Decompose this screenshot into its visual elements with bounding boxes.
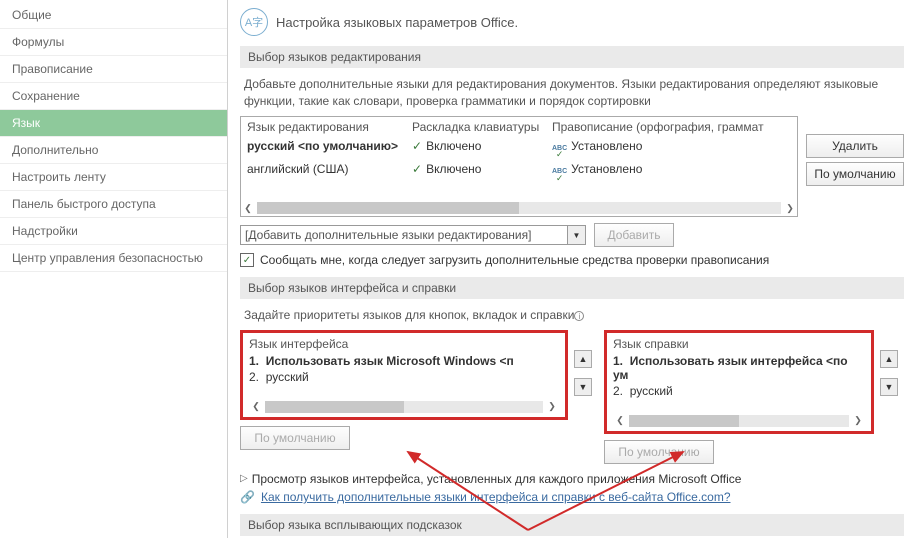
- horizontal-scrollbar[interactable]: ❮ ❯: [241, 200, 797, 216]
- scroll-right-icon[interactable]: ❯: [785, 202, 795, 214]
- triangle-right-icon: ▷: [240, 473, 248, 484]
- horizontal-scrollbar[interactable]: ❮ ❯: [613, 413, 865, 429]
- lang-name: английский (США): [241, 160, 406, 184]
- horizontal-scrollbar[interactable]: ❮ ❯: [249, 399, 559, 415]
- info-icon[interactable]: i: [574, 311, 584, 321]
- notify-checkbox-label: Сообщать мне, когда следует загрузить до…: [260, 253, 769, 267]
- language-globe-icon: A字: [240, 8, 268, 36]
- sidebar-item-proofing[interactable]: Правописание: [0, 56, 227, 83]
- sidebar-item-addins[interactable]: Надстройки: [0, 218, 227, 245]
- lang-name: русский <по умолчанию>: [241, 137, 406, 161]
- view-installed-label: Просмотр языков интерфейса, установленны…: [252, 472, 742, 486]
- ui-default-button[interactable]: По умолчанию: [240, 426, 350, 450]
- sidebar-item-trust-center[interactable]: Центр управления безопасностью: [0, 245, 227, 272]
- sidebar: Общие Формулы Правописание Сохранение Яз…: [0, 0, 228, 538]
- ui-languages-desc: Задайте приоритеты языков для кнопок, вк…: [240, 307, 904, 330]
- sidebar-item-customize-ribbon[interactable]: Настроить ленту: [0, 164, 227, 191]
- spellcheck-icon: ABC✓: [552, 146, 567, 159]
- sidebar-item-general[interactable]: Общие: [0, 2, 227, 29]
- list-item[interactable]: 1. Использовать язык Microsoft Windows <…: [249, 353, 559, 369]
- col-head-layout: Раскладка клавиатуры: [406, 117, 546, 137]
- move-down-button[interactable]: ▼: [880, 378, 898, 396]
- page-title: Настройка языковых параметров Office.: [276, 15, 518, 30]
- ui-language-listbox[interactable]: Язык интерфейса 1. Использовать язык Mic…: [240, 330, 568, 420]
- add-button[interactable]: Добавить: [594, 223, 674, 247]
- col-head-proofing: Правописание (орфография, граммат: [546, 117, 797, 137]
- ui-languages-heading: Выбор языков интерфейса и справки: [240, 277, 904, 299]
- list-item[interactable]: 2. русский: [249, 369, 559, 385]
- help-language-column: Язык справки 1. Использовать язык интерф…: [604, 330, 874, 464]
- ui-language-column: Язык интерфейса 1. Использовать язык Mic…: [240, 330, 568, 464]
- scroll-right-icon[interactable]: ❯: [853, 415, 863, 427]
- main-panel: A字 Настройка языковых параметров Office.…: [228, 0, 916, 538]
- notify-checkbox[interactable]: ✓: [240, 253, 254, 267]
- listbox-title: Язык справки: [613, 337, 865, 351]
- set-default-button[interactable]: По умолчанию: [806, 162, 904, 186]
- scroll-right-icon[interactable]: ❯: [547, 401, 557, 413]
- delete-button[interactable]: Удалить: [806, 134, 904, 158]
- sidebar-item-advanced[interactable]: Дополнительно: [0, 137, 227, 164]
- get-more-languages-link[interactable]: Как получить дополнительные языки интерф…: [261, 490, 731, 504]
- checkmark-icon: ✓: [412, 139, 422, 153]
- view-installed-row[interactable]: ▷ Просмотр языков интерфейса, установлен…: [240, 472, 904, 486]
- move-up-button[interactable]: ▲: [574, 350, 592, 368]
- col-head-language: Язык редактирования: [241, 117, 406, 137]
- list-item[interactable]: 2. русский: [613, 383, 865, 399]
- editing-languages-desc: Добавьте дополнительные языки для редакт…: [240, 76, 904, 116]
- editing-languages-heading: Выбор языков редактирования: [240, 46, 904, 68]
- sidebar-item-formulas[interactable]: Формулы: [0, 29, 227, 56]
- listbox-title: Язык интерфейса: [249, 337, 559, 351]
- combo-text: [Добавить дополнительные языки редактиро…: [241, 226, 567, 244]
- scroll-left-icon[interactable]: ❮: [615, 415, 625, 427]
- move-up-button[interactable]: ▲: [880, 350, 898, 368]
- move-down-button[interactable]: ▼: [574, 378, 592, 396]
- layout-status: ✓Включено: [406, 137, 546, 161]
- table-row[interactable]: русский <по умолчанию> ✓Включено ABC✓Уст…: [241, 137, 797, 161]
- sidebar-item-save[interactable]: Сохранение: [0, 83, 227, 110]
- editing-languages-table[interactable]: Язык редактирования Раскладка клавиатуры…: [240, 116, 798, 218]
- proofing-status: ABC✓Установлено: [546, 137, 797, 161]
- help-default-button[interactable]: По умолчанию: [604, 440, 714, 464]
- link-icon: 🔗: [240, 490, 255, 504]
- table-row[interactable]: английский (США) ✓Включено ABC✓Установле…: [241, 160, 797, 184]
- help-language-listbox[interactable]: Язык справки 1. Использовать язык интерф…: [604, 330, 874, 434]
- tooltip-languages-heading: Выбор языка всплывающих подсказок: [240, 514, 904, 536]
- proofing-status: ABC✓Установлено: [546, 160, 797, 184]
- spellcheck-icon: ABC✓: [552, 169, 567, 182]
- add-language-combo[interactable]: [Добавить дополнительные языки редактиро…: [240, 225, 586, 245]
- sidebar-item-language[interactable]: Язык: [0, 110, 227, 137]
- page-header: A字 Настройка языковых параметров Office.: [240, 8, 904, 36]
- chevron-down-icon[interactable]: ▼: [567, 226, 585, 244]
- scroll-left-icon[interactable]: ❮: [243, 202, 253, 214]
- scroll-left-icon[interactable]: ❮: [251, 401, 261, 413]
- checkmark-icon: ✓: [412, 162, 422, 176]
- list-item[interactable]: 1. Использовать язык интерфейса <по ум: [613, 353, 865, 383]
- sidebar-item-quick-access[interactable]: Панель быстрого доступа: [0, 191, 227, 218]
- layout-status: ✓Включено: [406, 160, 546, 184]
